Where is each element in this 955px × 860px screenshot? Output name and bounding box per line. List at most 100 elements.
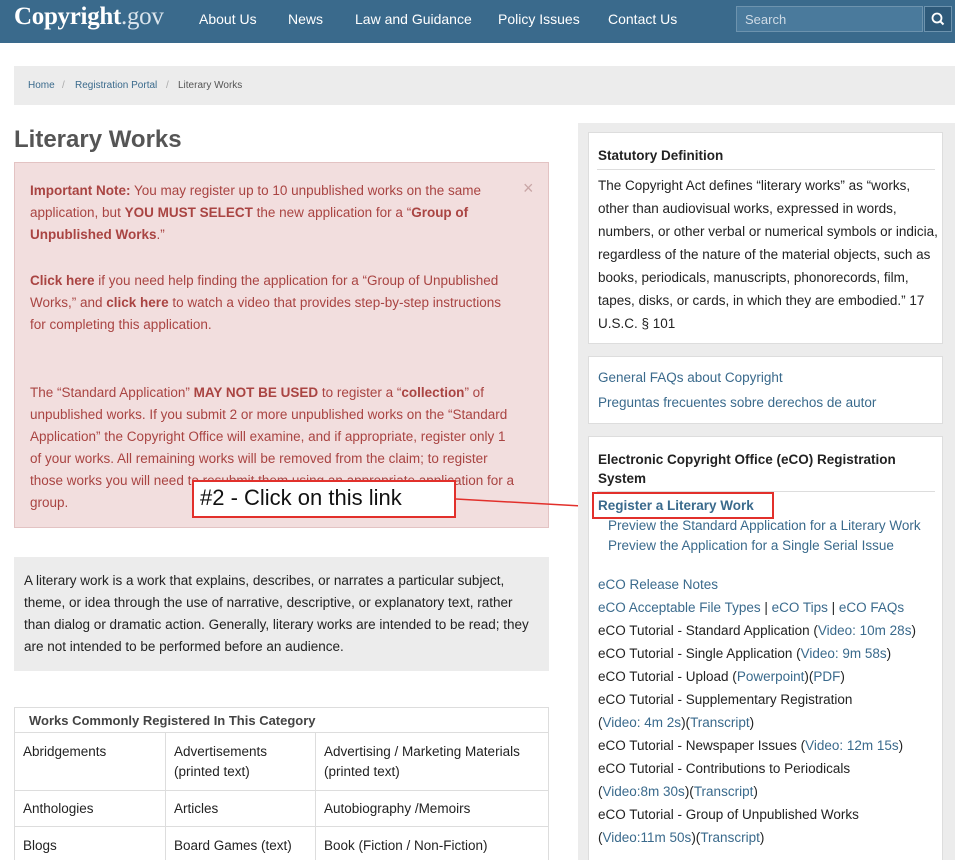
works-table: Works Commonly Registered In This Catego…: [14, 707, 549, 860]
tutorial-video-link[interactable]: Video: 10m 28s: [818, 623, 912, 638]
table-divider: [15, 790, 548, 791]
general-faqs-link[interactable]: General FAQs about Copyright: [598, 368, 783, 388]
eco-file-types-link[interactable]: eCO Acceptable File Types: [598, 600, 761, 615]
close-icon[interactable]: ×: [523, 177, 534, 199]
eco-faqs-link[interactable]: eCO FAQs: [839, 600, 904, 615]
paren: ): [753, 784, 758, 799]
search-input[interactable]: Search: [736, 6, 923, 32]
tutorial-transcript-link[interactable]: Transcript: [690, 715, 750, 730]
table-cell: Autobiography /Memoirs: [324, 801, 471, 816]
alert-text: the new application for a “: [252, 205, 412, 220]
breadcrumb-current: Literary Works: [178, 80, 243, 91]
tutorial-pdf-link[interactable]: PDF: [813, 669, 840, 684]
top-navigation-bar: Copyright.gov About Us News Law and Guid…: [0, 0, 955, 43]
tutorial-video-link[interactable]: Video: 9m 58s: [801, 646, 887, 661]
panel-title: Statutory Definition: [598, 148, 724, 163]
tutorial-transcript-link[interactable]: Transcript: [694, 784, 754, 799]
literary-work-description: A literary work is a work that explains,…: [14, 557, 549, 671]
search-button[interactable]: [924, 6, 952, 32]
tutorial-upload: eCO Tutorial - Upload (Powerpoint)(PDF): [598, 667, 845, 687]
statutory-definition-text: The Copyright Act defines “literary work…: [598, 178, 938, 331]
breadcrumb-separator: /: [62, 80, 65, 91]
tutorial-contributions-links: (Video:8m 30s)(Transcript): [598, 782, 758, 802]
copyright-gov-logo[interactable]: Copyright.gov: [14, 3, 164, 31]
spanish-faqs-link[interactable]: Preguntas frecuentes sobre derechos de a…: [598, 393, 876, 413]
table-divider: [315, 733, 316, 860]
table-cell: Blogs: [23, 838, 57, 853]
breadcrumb-registration-portal[interactable]: Registration Portal: [75, 80, 157, 91]
works-table-heading: Works Commonly Registered In This Catego…: [15, 708, 548, 733]
link-separator: |: [760, 600, 772, 615]
paren: )(: [691, 830, 701, 845]
link-separator: |: [827, 600, 839, 615]
paren: ): [911, 623, 916, 638]
tutorial-newspaper-issues: eCO Tutorial - Newspaper Issues (Video: …: [598, 736, 903, 756]
table-cell: Abridgements: [23, 744, 107, 759]
register-link-highlight: [592, 492, 774, 519]
tutorial-label: eCO Tutorial - Upload (: [598, 669, 737, 684]
paren: )(: [681, 715, 691, 730]
important-note-alert: × Important Note: You may register up to…: [14, 162, 549, 528]
table-cell: Board Games (text): [174, 838, 292, 853]
breadcrumb-separator: /: [166, 80, 169, 91]
alert-text: The “Standard Application”: [30, 385, 194, 400]
alert-emphasis: MAY NOT BE USED: [193, 385, 319, 400]
panel-title: Electronic Copyright Office (eCO) Regist…: [598, 452, 896, 486]
tutorial-video-link[interactable]: Video: 12m 15s: [805, 738, 899, 753]
tutorial-video-link[interactable]: Video: 4m 2s: [603, 715, 682, 730]
nav-link-about-us[interactable]: About Us: [199, 11, 257, 27]
nav-link-news[interactable]: News: [288, 11, 323, 27]
tutorial-group-unpublished-label: eCO Tutorial - Group of Unpublished Work…: [598, 807, 859, 822]
table-divider: [165, 733, 166, 860]
paren: ): [749, 715, 755, 730]
search-icon: [931, 12, 945, 26]
logo-main-text: Copyright: [14, 3, 122, 30]
click-here-link-2[interactable]: click here: [106, 295, 168, 310]
eco-tips-link[interactable]: eCO Tips: [772, 600, 828, 615]
alert-emphasis: YOU MUST SELECT: [124, 205, 253, 220]
paren: ): [759, 830, 765, 845]
paren: ): [840, 669, 845, 684]
eco-resource-links: eCO Acceptable File Types | eCO Tips | e…: [598, 598, 904, 618]
page-title: Literary Works: [14, 126, 182, 153]
faq-links-panel: General FAQs about Copyright Preguntas f…: [588, 356, 943, 424]
preview-single-serial-link[interactable]: Preview the Application for a Single Ser…: [608, 536, 894, 556]
paren: ): [898, 738, 904, 753]
tutorial-powerpoint-link[interactable]: Powerpoint: [737, 669, 805, 684]
table-cell: Anthologies: [23, 801, 94, 816]
tutorial-label: eCO Tutorial - Single Application (: [598, 646, 801, 661]
tutorial-contributions-label: eCO Tutorial - Contributions to Periodic…: [598, 761, 851, 776]
paren: )(: [684, 784, 694, 799]
panel-divider: [597, 169, 935, 170]
eco-release-notes-link[interactable]: eCO Release Notes: [598, 575, 718, 595]
nav-link-policy-issues[interactable]: Policy Issues: [498, 11, 580, 27]
breadcrumb: Home / Registration Portal / Literary Wo…: [14, 66, 955, 105]
annotation-callout: #2 - Click on this link: [192, 480, 456, 518]
click-here-link-1[interactable]: Click here: [30, 273, 95, 288]
alert-label: Important Note:: [30, 183, 131, 198]
alert-paragraph-2: Click here if you need help finding the …: [30, 270, 520, 336]
tutorial-group-unpublished-links: (Video:11m 50s)(Transcript): [598, 828, 764, 848]
tutorial-supplementary-links: (Video: 4m 2s)(Transcript): [598, 713, 754, 733]
tutorial-label: eCO Tutorial - Standard Application (: [598, 623, 818, 638]
alert-text: .”: [156, 227, 165, 242]
logo-suffix-text: .gov: [121, 3, 164, 30]
tutorial-video-link[interactable]: Video:11m 50s: [603, 830, 692, 845]
tutorial-transcript-link[interactable]: Transcript: [700, 830, 760, 845]
table-cell: Articles: [174, 801, 219, 816]
tutorial-supplementary-label: eCO Tutorial - Supplementary Registratio…: [598, 692, 853, 707]
tutorial-standard-application: eCO Tutorial - Standard Application (Vid…: [598, 621, 916, 641]
table-cell: Advertisements (printed text): [174, 744, 268, 779]
table-cell: Advertising / Marketing Materials (print…: [324, 744, 520, 779]
nav-link-contact-us[interactable]: Contact Us: [608, 11, 677, 27]
table-divider: [15, 826, 548, 827]
tutorial-single-application: eCO Tutorial - Single Application (Video…: [598, 644, 891, 664]
alert-paragraph-1: Important Note: You may register up to 1…: [30, 180, 520, 246]
tutorial-video-link[interactable]: Video:8m 30s: [603, 784, 685, 799]
preview-standard-application-link[interactable]: Preview the Standard Application for a L…: [608, 516, 921, 536]
paren: )(: [804, 669, 814, 684]
statutory-definition-panel: Statutory Definition The Copyright Act d…: [588, 132, 943, 344]
breadcrumb-home[interactable]: Home: [28, 80, 55, 91]
alert-text: to register a “: [318, 385, 402, 400]
nav-link-law-and-guidance[interactable]: Law and Guidance: [355, 11, 472, 27]
